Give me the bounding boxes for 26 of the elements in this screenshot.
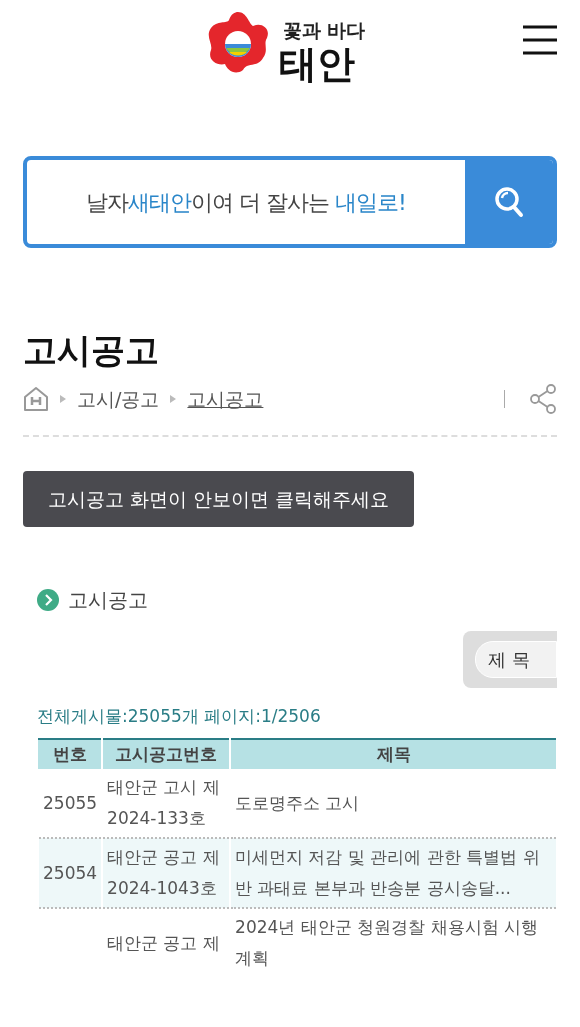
column-header: 고시공고번호 bbox=[102, 738, 231, 770]
search-icon bbox=[494, 186, 524, 218]
section-title: 고시공고 bbox=[68, 587, 148, 615]
share-icon[interactable] bbox=[529, 383, 557, 414]
search-bar[interactable]: 날자새태안이여 더 잘사는 내일로! bbox=[23, 156, 557, 248]
caret-icon bbox=[169, 393, 178, 404]
breadcrumb-link[interactable]: 고시공고 bbox=[187, 384, 264, 414]
caret-icon bbox=[59, 393, 67, 404]
chevron-circle-icon bbox=[36, 588, 60, 613]
search-type-select[interactable]: 제 목 bbox=[475, 641, 557, 679]
search-slogan: 날자새태안이여 더 잘사는 내일로! bbox=[85, 188, 407, 217]
column-header: 제목 bbox=[230, 738, 556, 770]
page-title: 고시공고 bbox=[23, 330, 160, 371]
home-icon[interactable] bbox=[23, 385, 49, 412]
logo-slogan: 꽃과 바다 bbox=[282, 18, 366, 43]
table-cell: 미세먼지 저감 및 관리에 관한 특별법 위반 과태료 본부과 반송분 공시송달... bbox=[230, 838, 556, 909]
column-header: 번호 bbox=[38, 738, 103, 770]
table-cell: 태안군 공고 제 2024-1043호 bbox=[102, 838, 231, 909]
menu-button[interactable] bbox=[522, 24, 558, 56]
breadcrumb-link[interactable]: 고시/공고 bbox=[77, 384, 160, 414]
logo-wordmark: 태안 bbox=[278, 44, 356, 83]
post-count-summary: 전체게시물:25055개 페이지:1/2506 bbox=[37, 705, 322, 729]
notice-view-button[interactable]: 고시공고 화면이 안보이면 클릭해주세요 bbox=[23, 470, 415, 528]
table-cell: 2024년 태안군 청원경찰 채용시험 시행계획 bbox=[230, 908, 556, 978]
table-cell: 25054 bbox=[38, 838, 103, 909]
table-cell: 태안군 공고 제 bbox=[102, 908, 231, 978]
